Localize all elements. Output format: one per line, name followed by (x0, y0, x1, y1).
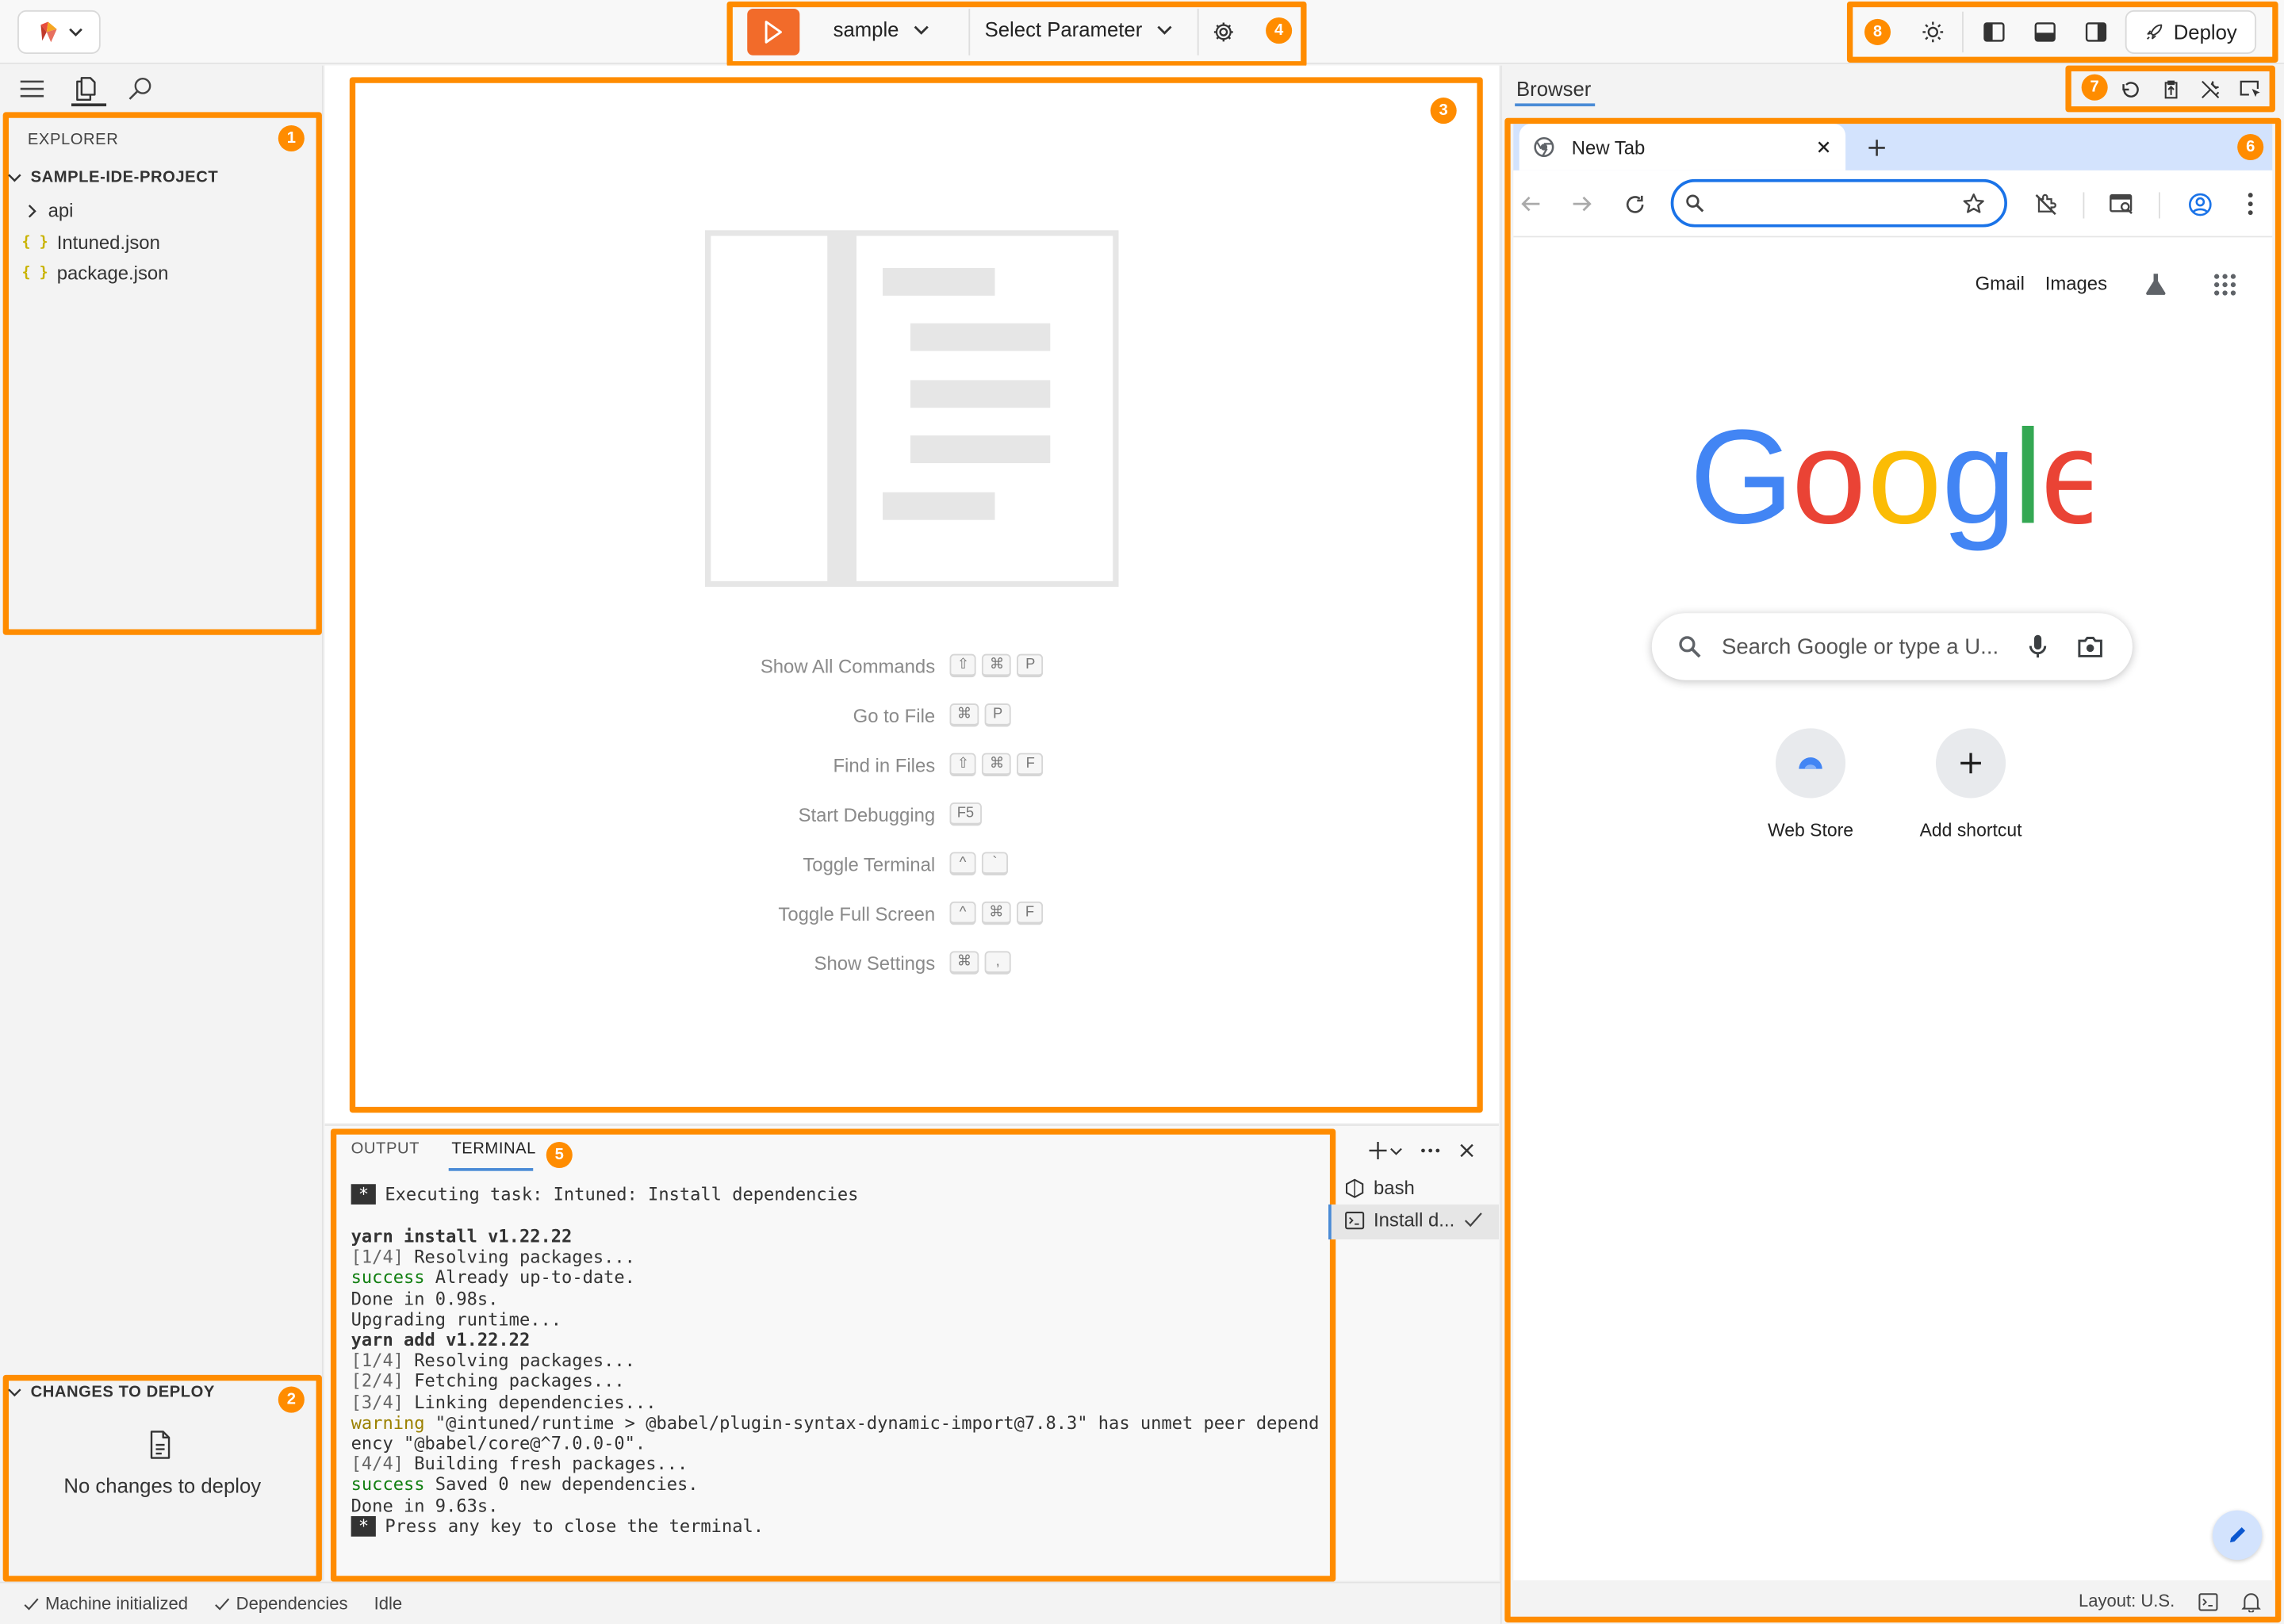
hamburger-icon (20, 80, 44, 98)
active-view-indicator (71, 103, 107, 107)
close-panel-button[interactable] (1447, 1130, 1487, 1170)
chevron-down-icon (8, 174, 21, 182)
terminal-profile-dropdown[interactable] (1384, 1130, 1407, 1170)
terminal-box-icon (1346, 1178, 1364, 1197)
terminal-name: Install d... (1374, 1208, 1455, 1231)
files-icon (76, 77, 96, 102)
chevron-right-icon (28, 204, 36, 217)
search-view-button[interactable] (120, 68, 160, 109)
terminal-name: bash (1374, 1177, 1415, 1199)
callout-box-5 (330, 1128, 1336, 1582)
status-dependencies-label: Dependencies (236, 1593, 348, 1614)
chevron-down-icon (68, 28, 82, 37)
project-name: SAMPLE-IDE-PROJECT (30, 169, 219, 187)
explorer-title: EXPLORER (27, 131, 119, 149)
chevron-down-icon (8, 1388, 21, 1397)
callout-badge-7: 7 (2081, 74, 2108, 101)
browser-inspect-button[interactable] (2230, 68, 2271, 109)
chevron-down-icon (1389, 1147, 1401, 1155)
check-icon (1464, 1212, 1482, 1228)
callout-box-4 (726, 1, 1307, 67)
callout-box-1 (2, 112, 322, 635)
more-actions-button[interactable] (1410, 1130, 1450, 1170)
callout-badge-4: 4 (1266, 17, 1293, 44)
changes-title: CHANGES TO DEPLOY (30, 1383, 215, 1401)
menu-button[interactable] (12, 68, 52, 109)
undo-icon (2121, 81, 2138, 97)
tools-icon (2201, 79, 2219, 98)
callout-box-3 (349, 77, 1483, 1113)
tree-item-label: api (48, 199, 74, 222)
tree-item-label: package.json (56, 262, 169, 285)
app-menu-button[interactable] (17, 10, 101, 54)
terminal-icon (1345, 1211, 1365, 1229)
check-icon (215, 1597, 230, 1610)
project-root[interactable]: SAMPLE-IDE-PROJECT (7, 169, 218, 186)
callout-box-6 (1504, 117, 2282, 1623)
browser-pane-title: Browser (1516, 77, 1592, 101)
browser-reload-button[interactable] (2110, 68, 2150, 109)
status-bar: Machine initialized Dependencies Idle (0, 1581, 1500, 1624)
callout-badge-3: 3 (1430, 98, 1457, 124)
callout-badge-6: 6 (2237, 133, 2264, 161)
changes-empty-text: No changes to deploy (63, 1473, 262, 1498)
json-file-icon: { } (21, 265, 48, 282)
status-idle: Idle (374, 1593, 403, 1614)
app-logo-icon (40, 21, 56, 43)
clipboard-export-icon (2163, 79, 2177, 98)
active-tab-indicator (1515, 103, 1596, 107)
callout-box-8 (1846, 1, 2278, 63)
tree-item-label: Intuned.json (56, 232, 160, 254)
browser-record-button[interactable] (2150, 68, 2190, 109)
close-icon (1460, 1143, 1473, 1158)
terminal-list-item-install[interactable]: Install d... (1344, 1208, 1482, 1231)
changes-section-header[interactable]: CHANGES TO DEPLOY (7, 1384, 215, 1401)
status-machine-label: Machine initialized (44, 1593, 189, 1614)
document-icon (150, 1431, 171, 1459)
select-element-icon (2240, 79, 2260, 97)
status-machine[interactable]: Machine initialized (23, 1593, 188, 1614)
terminal-list-item-bash[interactable]: bash (1344, 1177, 1415, 1199)
ellipsis-icon (1421, 1148, 1440, 1153)
tree-item-intuned-json[interactable]: { } Intuned.json (22, 232, 160, 254)
json-file-icon: { } (21, 234, 48, 251)
check-icon (24, 1597, 39, 1610)
browser-tools-button[interactable] (2190, 68, 2230, 109)
search-icon (128, 77, 151, 100)
callout-badge-1: 1 (278, 124, 305, 152)
tree-item-api[interactable]: api (25, 199, 74, 222)
status-dependencies[interactable]: Dependencies (214, 1593, 348, 1614)
callout-badge-2: 2 (278, 1386, 305, 1413)
tree-item-package-json[interactable]: { } package.json (22, 262, 169, 285)
